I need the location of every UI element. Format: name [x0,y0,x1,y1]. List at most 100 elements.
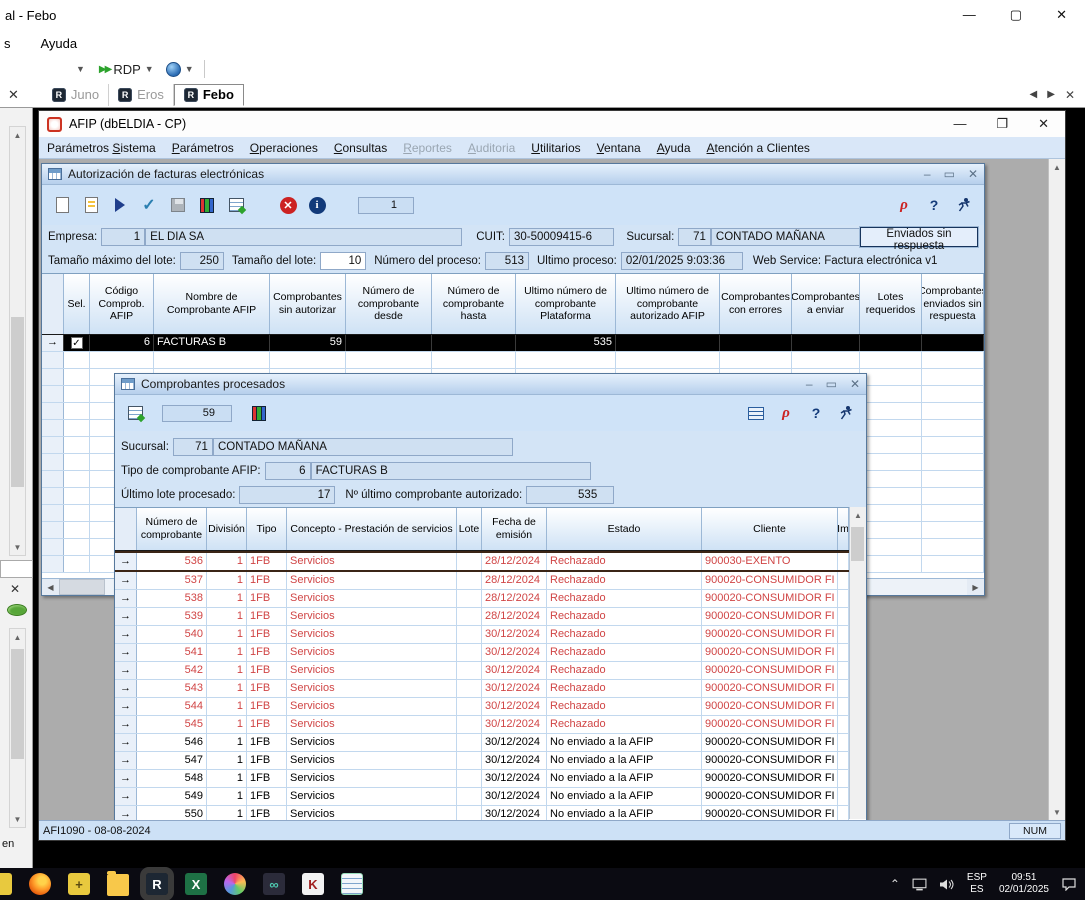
new-record-button[interactable] [49,192,75,218]
sidebar-scrollbar-top[interactable]: ▲ ▼ [9,126,26,556]
comprobante-row-536[interactable]: →53611FBServicios28/12/2024Rechazado9000… [115,551,866,572]
proc-vertical-scrollbar[interactable]: ▲ [849,507,866,819]
file-explorer-icon[interactable] [107,874,129,896]
auth-maximize-button[interactable]: ▭ [944,167,955,181]
host-menu-item-cut[interactable]: s [4,36,11,51]
grid-export-button[interactable] [223,192,249,218]
columns-button[interactable] [246,400,272,426]
tab-close-icon[interactable]: ✕ [1065,88,1075,102]
comprobante-row-539[interactable]: →53911FBServicios28/12/2024Rechazado9000… [115,608,866,626]
comprobante-row-550[interactable]: →55011FBServicios30/12/2024No enviado a … [115,806,866,820]
ultimo-proceso-field[interactable]: 02/01/2025 9:03:36 [621,252,743,270]
mdi-vertical-scrollbar[interactable]: ▲ ▼ [1048,159,1065,820]
notepad-icon[interactable] [341,873,363,895]
comprobante-row-548[interactable]: →54811FBServicios30/12/2024No enviado a … [115,770,866,788]
help-button[interactable]: ? [803,400,829,426]
info-button[interactable]: i [304,192,330,218]
cuit-field[interactable]: 30-50009415-6 [509,228,614,246]
mail-partial-icon[interactable] [0,873,12,895]
proc-ultimo-field[interactable]: 535 [526,486,614,504]
host-close-button[interactable]: ✕ [1056,7,1067,23]
afip-close-button[interactable]: ✕ [1038,116,1049,132]
row-checkbox[interactable]: ✓ [71,337,83,349]
scrollbar-thumb[interactable] [11,649,24,759]
run-process-button[interactable] [107,192,133,218]
confirm-button[interactable]: ✓ [136,192,162,218]
comprobante-row-537[interactable]: →53711FBServicios28/12/2024Rechazado9000… [115,572,866,590]
vscroll-thumb[interactable] [851,527,864,561]
help-button[interactable]: ? [921,192,947,218]
rho-report-button[interactable]: ρ [773,400,799,426]
proc-close-button[interactable]: ✕ [850,377,860,391]
tab-eros[interactable]: REros [109,84,174,106]
record-counter-field[interactable]: 59 [162,405,232,422]
comprobante-row-549[interactable]: →54911FBServicios30/12/2024No enviado a … [115,788,866,806]
tab-febo[interactable]: RFebo [174,84,244,106]
columns-button[interactable] [194,192,220,218]
keepass-icon[interactable]: K [302,873,324,895]
scroll-left-icon[interactable]: ◀ [42,579,59,595]
tamano-maximo-field[interactable]: 250 [180,252,224,270]
host-menu-item-ayuda[interactable]: Ayuda [41,36,78,51]
auth-minimize-button[interactable]: – [924,167,931,181]
excel-icon[interactable]: X [185,873,207,895]
scroll-up-icon[interactable]: ▲ [1049,159,1065,175]
empresa-name-field[interactable]: EL DIA SA [145,228,462,246]
afip-menu-utilitarios[interactable]: Utilitarios [523,141,588,155]
tray-expand-icon[interactable]: ⌃ [890,877,900,891]
empresa-code-field[interactable]: 1 [101,228,145,246]
afip-minimize-button[interactable]: — [953,116,966,132]
scroll-down-icon[interactable]: ▼ [10,811,25,827]
globe-dropdown-caret[interactable]: ▼ [185,64,194,74]
speaker-icon[interactable] [939,878,955,891]
scroll-down-icon[interactable]: ▼ [10,539,25,555]
scroll-right-icon[interactable]: ▶ [967,579,984,595]
sidebar-close-icon[interactable]: ✕ [10,582,20,596]
mremoteng-icon[interactable]: R [146,873,168,895]
afip-menu-ayuda[interactable]: Ayuda [649,141,699,155]
tab-scroll-right-icon[interactable]: ▶ [1047,89,1055,100]
proc-tipo-name-field[interactable]: FACTURAS B [311,462,591,480]
auth-close-button[interactable]: ✕ [968,167,978,181]
tab-juno[interactable]: RJuno [43,84,109,106]
comprobante-row-542[interactable]: →54211FBServicios30/12/2024Rechazado9000… [115,662,866,680]
comprobante-row-540[interactable]: →54011FBServicios30/12/2024Rechazado9000… [115,626,866,644]
auth-empty-row[interactable] [42,352,984,369]
process-counter-field[interactable]: 1 [358,197,414,214]
sidebar-input[interactable] [0,560,33,578]
grid-export-button[interactable] [122,400,148,426]
hscroll-thumb[interactable] [59,579,105,595]
afip-menu-operaciones[interactable]: Operaciones [242,141,326,155]
proc-lote-field[interactable]: 17 [239,486,335,504]
comprobante-row-545[interactable]: →54511FBServicios30/12/2024Rechazado9000… [115,716,866,734]
tab-scroll-left-icon[interactable]: ◀ [1030,89,1038,100]
sidebar-scrollbar-bottom[interactable]: ▲ ▼ [9,628,26,828]
table-view-button[interactable] [743,400,769,426]
comprobante-row-543[interactable]: →54311FBServicios30/12/2024Rechazado9000… [115,680,866,698]
comprobante-row-544[interactable]: →54411FBServicios30/12/2024Rechazado9000… [115,698,866,716]
network-icon[interactable] [912,878,927,891]
enviados-sin-respuesta-button[interactable]: Enviados sin respuesta [860,227,978,247]
afip-menu-consultas[interactable]: Consultas [326,141,395,155]
comprobante-row-541[interactable]: →54111FBServicios30/12/2024Rechazado9000… [115,644,866,662]
tamano-lote-input[interactable]: 10 [320,252,366,270]
visual-studio-icon[interactable]: ∞ [263,873,285,895]
paint-icon[interactable] [224,873,246,895]
cancel-process-button[interactable]: ✕ [275,192,301,218]
comprobante-row-546[interactable]: →54611FBServicios30/12/2024No enviado a … [115,734,866,752]
panel-close-icon[interactable]: ✕ [8,87,19,103]
properties-button[interactable] [78,192,104,218]
proc-sucursal-code-field[interactable]: 71 [173,438,213,456]
scroll-up-icon[interactable]: ▲ [850,507,866,523]
afip-menu-par-metros-sistema[interactable]: Parámetros Sistema [39,141,164,155]
proc-minimize-button[interactable]: – [806,377,813,391]
auth-selected-row[interactable]: →✓6FACTURAS B59535 [42,335,984,352]
sucursal-code-field[interactable]: 71 [678,228,711,246]
proc-tipo-code-field[interactable]: 6 [265,462,311,480]
comprobante-row-538[interactable]: →53811FBServicios28/12/2024Rechazado9000… [115,590,866,608]
firefox-icon[interactable] [29,873,51,895]
proc-sucursal-name-field[interactable]: CONTADO MAÑANA [213,438,513,456]
afip-menu-par-metros[interactable]: Parámetros [164,141,242,155]
comprobante-row-547[interactable]: →54711FBServicios30/12/2024No enviado a … [115,752,866,770]
sucursal-name-field[interactable]: CONTADO MAÑANA [711,228,860,246]
